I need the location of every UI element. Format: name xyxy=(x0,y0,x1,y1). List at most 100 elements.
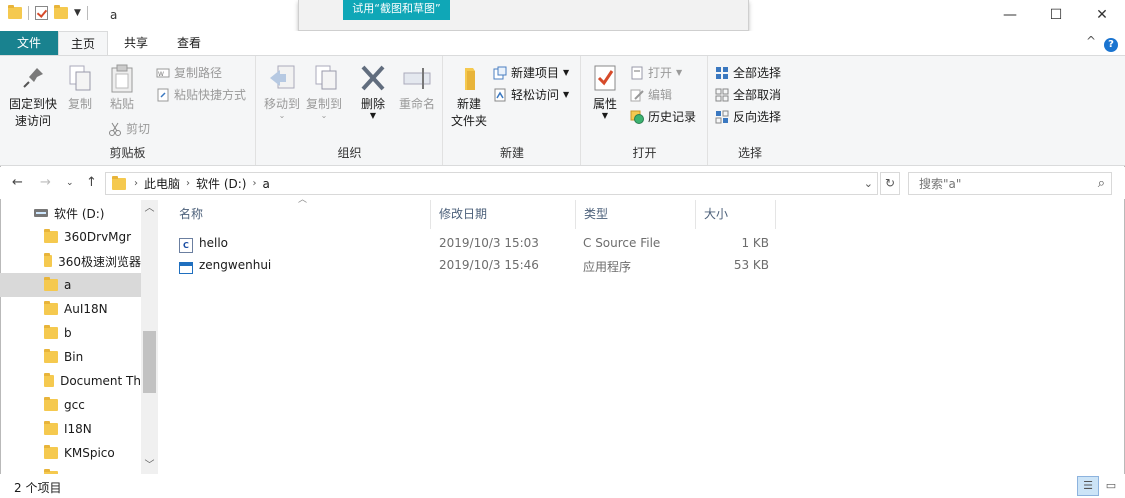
scroll-down-icon[interactable]: ﹀ xyxy=(141,457,158,474)
refresh-button[interactable]: ↻ xyxy=(880,172,900,195)
rename-button[interactable]: 重命名 xyxy=(395,62,439,113)
forward-arrow-icon[interactable]: → xyxy=(40,175,51,190)
properties-check-icon[interactable] xyxy=(35,6,48,20)
file-type: 应用程序 xyxy=(583,260,632,274)
scrollbar-thumb[interactable] xyxy=(143,331,156,393)
open-button[interactable]: 打开 ▼ xyxy=(630,65,682,81)
pin-label-1: 固定到快 xyxy=(8,97,57,111)
nav-item-label: gcc xyxy=(64,398,85,412)
nav-item-folder[interactable]: b xyxy=(0,321,141,345)
pin-label-2: 速访问 xyxy=(14,114,51,128)
tab-view[interactable]: 查看 xyxy=(164,31,214,55)
paste-shortcut-button[interactable]: 粘贴快捷方式 xyxy=(156,87,246,103)
new-folder-icon[interactable] xyxy=(54,5,68,19)
move-to-button[interactable]: 移动到 ⌄ xyxy=(261,62,303,120)
column-header-modified[interactable]: 修改日期 xyxy=(431,200,576,229)
move-to-icon xyxy=(266,62,298,94)
nav-item-folder[interactable]: KMSpico xyxy=(0,441,141,465)
address-dropdown-icon[interactable]: ⌄ xyxy=(864,177,873,190)
edit-button[interactable]: 编辑 xyxy=(630,87,672,103)
tab-file[interactable]: 文件 xyxy=(0,31,58,55)
recent-locations-icon[interactable]: ⌄ xyxy=(66,178,74,188)
tab-home[interactable]: 主页 xyxy=(58,31,108,56)
close-button[interactable]: ✕ xyxy=(1079,0,1125,31)
new-group-label: 新建 xyxy=(499,146,524,160)
tab-share[interactable]: 共享 xyxy=(112,31,160,55)
folder-icon xyxy=(44,349,58,363)
file-modified: 2019/10/3 15:03 xyxy=(439,236,539,250)
select-none-icon xyxy=(715,88,729,102)
scissors-icon xyxy=(108,122,122,136)
nav-item-folder[interactable]: gcc xyxy=(0,393,141,417)
new-folder-button[interactable]: 新建 文件夹 xyxy=(448,62,490,130)
folder-icon xyxy=(112,175,126,190)
nav-item-folder[interactable]: AuI18N xyxy=(0,297,141,321)
organize-group-label: 组织 xyxy=(337,146,362,160)
new-item-icon xyxy=(493,66,507,80)
search-icon[interactable]: ⌕ xyxy=(1098,176,1105,191)
column-header-name[interactable]: 名称 xyxy=(171,200,431,229)
window-title: a xyxy=(110,8,118,22)
breadcrumb[interactable]: › 此电脑 › 软件 (D:) › a ⌄ xyxy=(105,172,878,195)
search-input[interactable] xyxy=(909,173,1079,194)
select-all-button[interactable]: 全部选择 xyxy=(715,65,781,81)
drive-icon xyxy=(34,209,48,217)
help-icon[interactable]: ? xyxy=(1104,36,1118,52)
file-name: hello xyxy=(199,236,228,250)
delete-button[interactable]: 删除 ▼ xyxy=(353,62,393,120)
nav-item-folder[interactable]: Document Th xyxy=(0,369,141,393)
large-icons-view-icon[interactable]: ▭ xyxy=(1100,476,1122,496)
nav-item-folder[interactable]: I18N xyxy=(0,417,141,441)
status-bar: 2 个项目 ☰ ▭ xyxy=(0,474,1125,498)
open-label: 打开 xyxy=(648,66,673,80)
nav-pane-scrollbar[interactable]: ︿ ﹀ xyxy=(141,200,158,474)
file-type: C Source File xyxy=(583,236,661,250)
invert-selection-button[interactable]: 反向选择 xyxy=(715,109,781,125)
history-button[interactable]: 历史记录 xyxy=(630,109,696,125)
invert-selection-label: 反向选择 xyxy=(733,110,782,124)
search-box[interactable]: ⌕ xyxy=(908,172,1112,195)
new-item-button[interactable]: 新建项目 ▼ xyxy=(493,65,569,81)
easy-access-button[interactable]: 轻松访问 ▼ xyxy=(493,87,569,103)
table-row[interactable]: zengwenhui 2019/10/3 15:46 应用程序 53 KB xyxy=(163,255,783,277)
nav-item-folder-selected[interactable]: a xyxy=(0,273,141,297)
new-item-dropdown-icon: ▼ xyxy=(563,68,570,77)
paste-button[interactable]: 粘贴 xyxy=(102,62,142,113)
breadcrumb-folder-a[interactable]: a xyxy=(256,177,275,191)
pin-quick-access-button[interactable]: 固定到快 速访问 xyxy=(4,62,62,130)
select-none-button[interactable]: 全部取消 xyxy=(715,87,781,103)
rename-icon xyxy=(401,62,433,94)
breadcrumb-this-pc[interactable]: 此电脑 xyxy=(138,175,186,192)
nav-item-folder[interactable]: 360极速浏览器 xyxy=(0,249,141,273)
nav-item-drive-d[interactable]: 软件 (D:) xyxy=(0,201,141,225)
folder-icon xyxy=(44,253,53,267)
minimize-button[interactable]: — xyxy=(987,0,1033,31)
nav-item-label: AuI18N xyxy=(64,302,108,316)
column-header-type[interactable]: 类型 xyxy=(576,200,696,229)
breadcrumb-drive-d[interactable]: 软件 (D:) xyxy=(190,175,252,192)
nav-item-folder[interactable]: Bin xyxy=(0,345,141,369)
nav-item-label: a xyxy=(64,278,72,292)
nav-item-folder-partial[interactable] xyxy=(0,465,141,474)
clipboard-group-label: 剪贴板 xyxy=(109,146,146,160)
copy-path-button[interactable]: W 复制路径 xyxy=(156,65,222,81)
column-header-size[interactable]: 大小 xyxy=(696,200,776,229)
cut-button[interactable]: 剪切 xyxy=(108,121,150,137)
delete-x-icon xyxy=(357,62,389,94)
collapse-ribbon-icon[interactable]: ^ xyxy=(1086,34,1096,48)
up-arrow-icon[interactable]: ↑ xyxy=(86,175,97,190)
customize-dropdown-icon[interactable]: ▼ xyxy=(74,8,81,18)
nav-item-folder[interactable]: 360DrvMgr xyxy=(0,225,141,249)
maximize-button[interactable]: ☐ xyxy=(1033,0,1079,31)
scroll-up-icon[interactable]: ︿ xyxy=(141,200,158,217)
properties-button[interactable]: 属性 ▼ xyxy=(588,62,622,120)
table-row[interactable]: hello 2019/10/3 15:03 C Source File 1 KB xyxy=(163,233,783,255)
copy-to-button[interactable]: 复制到 ⌄ xyxy=(303,62,345,120)
details-view-icon[interactable]: ☰ xyxy=(1077,476,1099,496)
back-arrow-icon[interactable]: ← xyxy=(12,175,23,190)
folder-icon xyxy=(44,421,58,435)
edit-pencil-icon xyxy=(630,88,644,102)
try-snip-sketch-button[interactable]: 试用“截图和草图” xyxy=(343,0,450,20)
history-icon xyxy=(630,110,644,124)
copy-button[interactable]: 复制 xyxy=(62,62,98,113)
